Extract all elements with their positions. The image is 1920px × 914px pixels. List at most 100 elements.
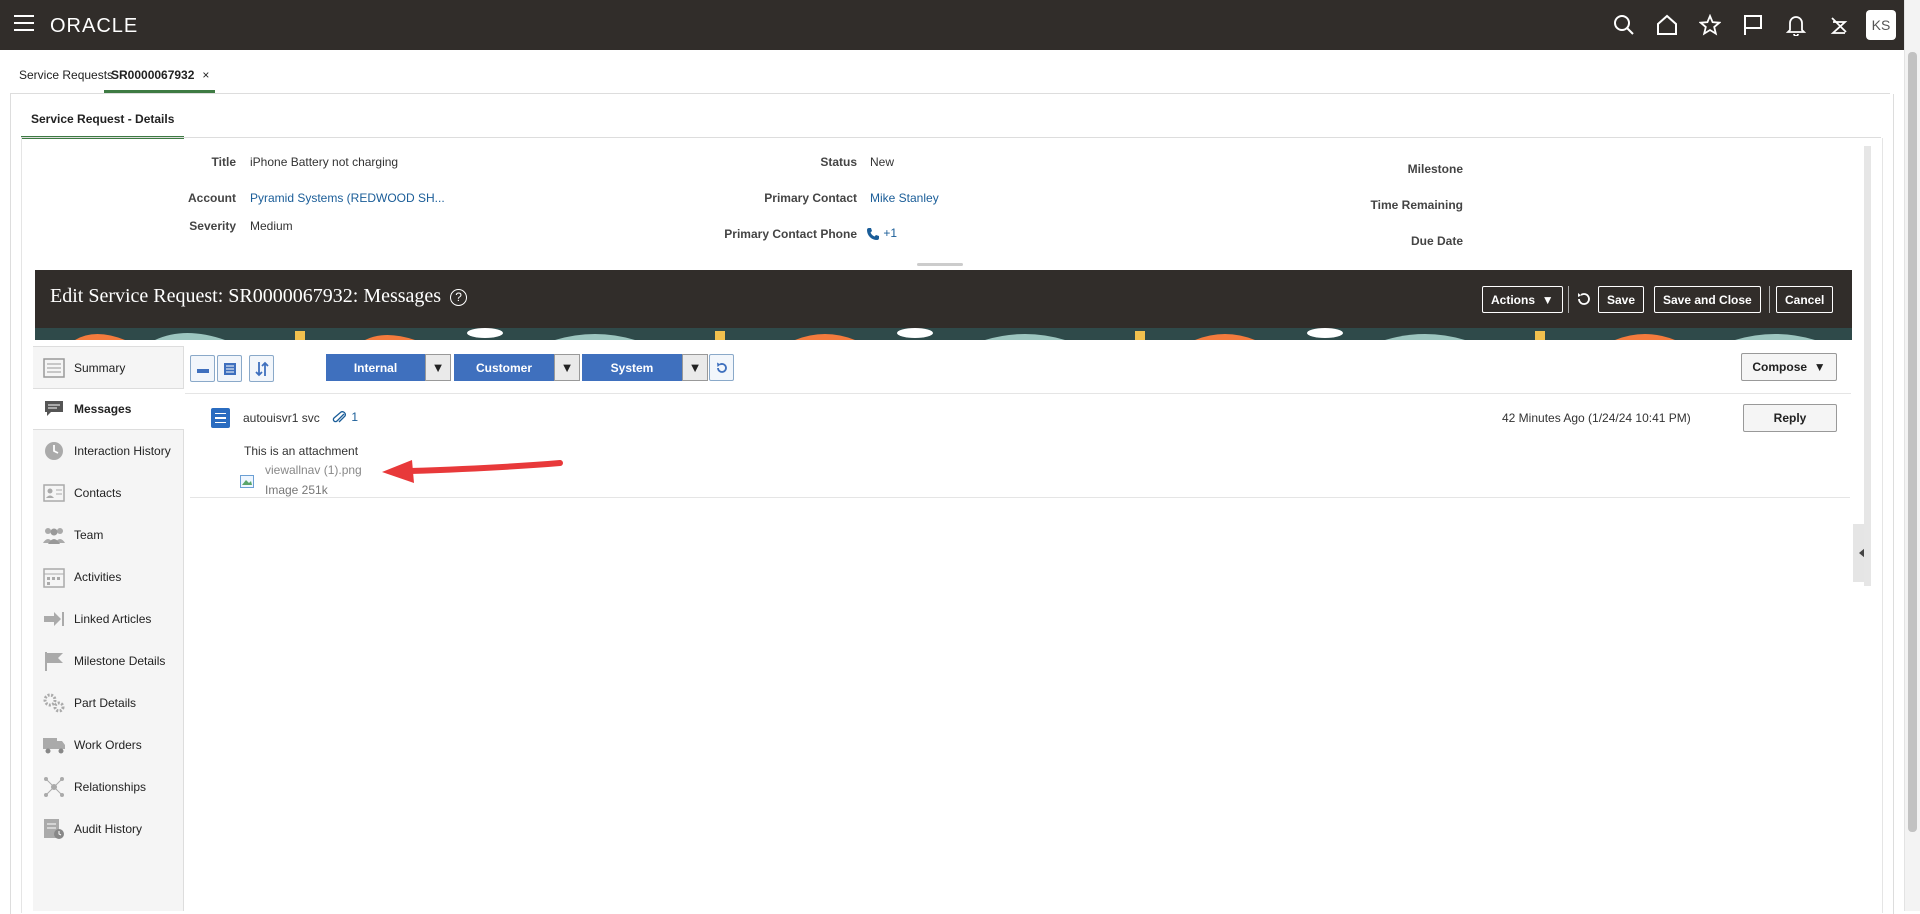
- hamburger-menu-icon[interactable]: [14, 15, 34, 33]
- filter-system-button[interactable]: System: [582, 354, 682, 381]
- milestone-label: Milestone: [1407, 162, 1463, 176]
- truck-icon: [42, 734, 66, 756]
- help-icon[interactable]: ?: [450, 288, 468, 306]
- save-and-close-button[interactable]: Save and Close: [1654, 286, 1761, 313]
- sidebar: Summary Messages Interaction History Con…: [33, 346, 184, 911]
- collapse-handle[interactable]: [917, 263, 963, 266]
- network-icon: [42, 776, 66, 798]
- clock-icon: [42, 440, 66, 462]
- sidebar-item-label: Work Orders: [74, 738, 142, 752]
- caret-down-icon: ▼: [431, 360, 445, 375]
- compose-button[interactable]: Compose ▼: [1741, 353, 1837, 381]
- message-timestamp: 42 Minutes Ago (1/24/24 10:41 PM): [1502, 411, 1691, 425]
- attachment-file-info: Image 251k: [265, 483, 328, 497]
- annotation-arrow: [382, 460, 563, 483]
- sidebar-item-contacts[interactable]: Contacts: [33, 472, 184, 514]
- tab-service-requests[interactable]: Service Requests: [19, 68, 113, 82]
- filter-customer-button[interactable]: Customer: [454, 354, 554, 381]
- page-title: Edit Service Request: SR0000067932: Mess…: [50, 285, 468, 308]
- view-expanded-icon[interactable]: [217, 355, 242, 382]
- sidebar-item-part-details[interactable]: Part Details: [33, 682, 184, 724]
- details-frame: [21, 138, 1883, 913]
- home-icon[interactable]: [1645, 0, 1688, 50]
- signout-icon[interactable]: [1817, 0, 1860, 50]
- phone-link[interactable]: +1: [866, 226, 897, 241]
- compose-label: Compose: [1752, 360, 1808, 374]
- close-tab-icon[interactable]: ×: [202, 68, 209, 82]
- page-title-text: Edit Service Request: SR0000067932: [50, 285, 353, 307]
- actions-label: Actions: [1491, 292, 1536, 307]
- header-icons: KS: [1602, 0, 1896, 50]
- sidebar-item-audit-history[interactable]: Audit History: [33, 808, 184, 850]
- caret-down-icon: ▼: [560, 360, 574, 375]
- due-date-label: Due Date: [1410, 234, 1463, 248]
- sidebar-item-summary[interactable]: Summary: [33, 347, 184, 389]
- sidebar-item-label: Team: [74, 528, 104, 542]
- calendar-icon: [42, 566, 66, 588]
- caret-down-icon: ▼: [1813, 360, 1826, 374]
- messages-icon: [42, 398, 66, 420]
- reply-button[interactable]: Reply: [1743, 404, 1837, 432]
- sidebar-item-messages[interactable]: Messages: [33, 388, 184, 430]
- title-value: iPhone Battery not charging: [250, 155, 399, 169]
- time-remaining-label: Time Remaining: [1370, 198, 1463, 212]
- filter-customer-dropdown[interactable]: ▼: [554, 354, 580, 381]
- inner-scrollbar[interactable]: [1864, 146, 1871, 586]
- global-header: ORACLE KS: [0, 0, 1920, 50]
- sidebar-item-label: Audit History: [74, 822, 143, 836]
- star-icon[interactable]: [1688, 0, 1731, 50]
- audit-icon: [42, 818, 66, 840]
- sidebar-item-milestone-details[interactable]: Milestone Details: [33, 640, 184, 682]
- divider: [190, 497, 1850, 498]
- sidebar-item-label: Interaction History: [74, 444, 171, 458]
- refresh-icon[interactable]: [1575, 290, 1593, 311]
- sidebar-item-label: Summary: [74, 361, 126, 375]
- sidebar-item-interaction-history[interactable]: Interaction History: [33, 430, 184, 472]
- gears-icon: [42, 692, 66, 714]
- account-link[interactable]: Pyramid Systems (REDWOOD SH...: [250, 191, 445, 205]
- status-value: New: [870, 155, 895, 169]
- sidebar-item-label: Milestone Details: [74, 654, 166, 668]
- sidebar-item-label: Activities: [74, 570, 122, 584]
- caret-down-icon: ▼: [688, 360, 702, 375]
- sidebar-item-linked-articles[interactable]: Linked Articles: [33, 598, 184, 640]
- phone-icon: [867, 227, 879, 240]
- page-section: : Messages: [352, 285, 442, 307]
- sort-icon[interactable]: [249, 355, 274, 382]
- filter-system-dropdown[interactable]: ▼: [682, 354, 708, 381]
- message-icon: [211, 408, 230, 428]
- search-icon[interactable]: [1602, 0, 1645, 50]
- sidebar-item-work-orders[interactable]: Work Orders: [33, 724, 184, 766]
- account-label: Account: [188, 191, 236, 205]
- sidebar-item-relationships[interactable]: Relationships: [33, 766, 184, 808]
- divider: [1568, 286, 1569, 313]
- sidebar-item-label: Linked Articles: [74, 612, 152, 626]
- bell-icon[interactable]: [1774, 0, 1817, 50]
- attachment-file-link[interactable]: viewallnav (1).png: [265, 463, 362, 477]
- filter-internal-button[interactable]: Internal: [326, 354, 425, 381]
- title-label: Title: [211, 155, 236, 169]
- page-scrollbar[interactable]: [1904, 0, 1920, 911]
- sidebar-item-label: Part Details: [74, 696, 137, 710]
- view-compact-icon[interactable]: [190, 355, 215, 382]
- sidebar-item-label: Contacts: [74, 486, 122, 500]
- primary-contact-link[interactable]: Mike Stanley: [870, 191, 939, 205]
- scrollbar-thumb[interactable]: [1908, 52, 1917, 832]
- image-file-icon: [240, 475, 254, 491]
- refresh-icon[interactable]: [709, 354, 734, 381]
- sidebar-item-team[interactable]: Team: [33, 514, 184, 556]
- flag-icon[interactable]: [1731, 0, 1774, 50]
- tab-service-request-details[interactable]: Service Request - Details: [21, 104, 185, 139]
- sidebar-item-activities[interactable]: Activities: [33, 556, 184, 598]
- tab-current-sr[interactable]: SR0000067932 ×: [104, 68, 216, 93]
- sidebar-item-label: Messages: [74, 402, 132, 416]
- phone-value: +1: [883, 226, 898, 240]
- paperclip-icon: [332, 410, 346, 423]
- filter-internal-dropdown[interactable]: ▼: [425, 354, 451, 381]
- actions-button[interactable]: Actions ▼: [1482, 286, 1563, 313]
- primary-contact-label: Primary Contact: [764, 191, 857, 205]
- cancel-button[interactable]: Cancel: [1776, 286, 1834, 313]
- attachment-count-link[interactable]: 1: [332, 410, 358, 425]
- save-button[interactable]: Save: [1598, 286, 1645, 313]
- user-avatar[interactable]: KS: [1866, 10, 1896, 40]
